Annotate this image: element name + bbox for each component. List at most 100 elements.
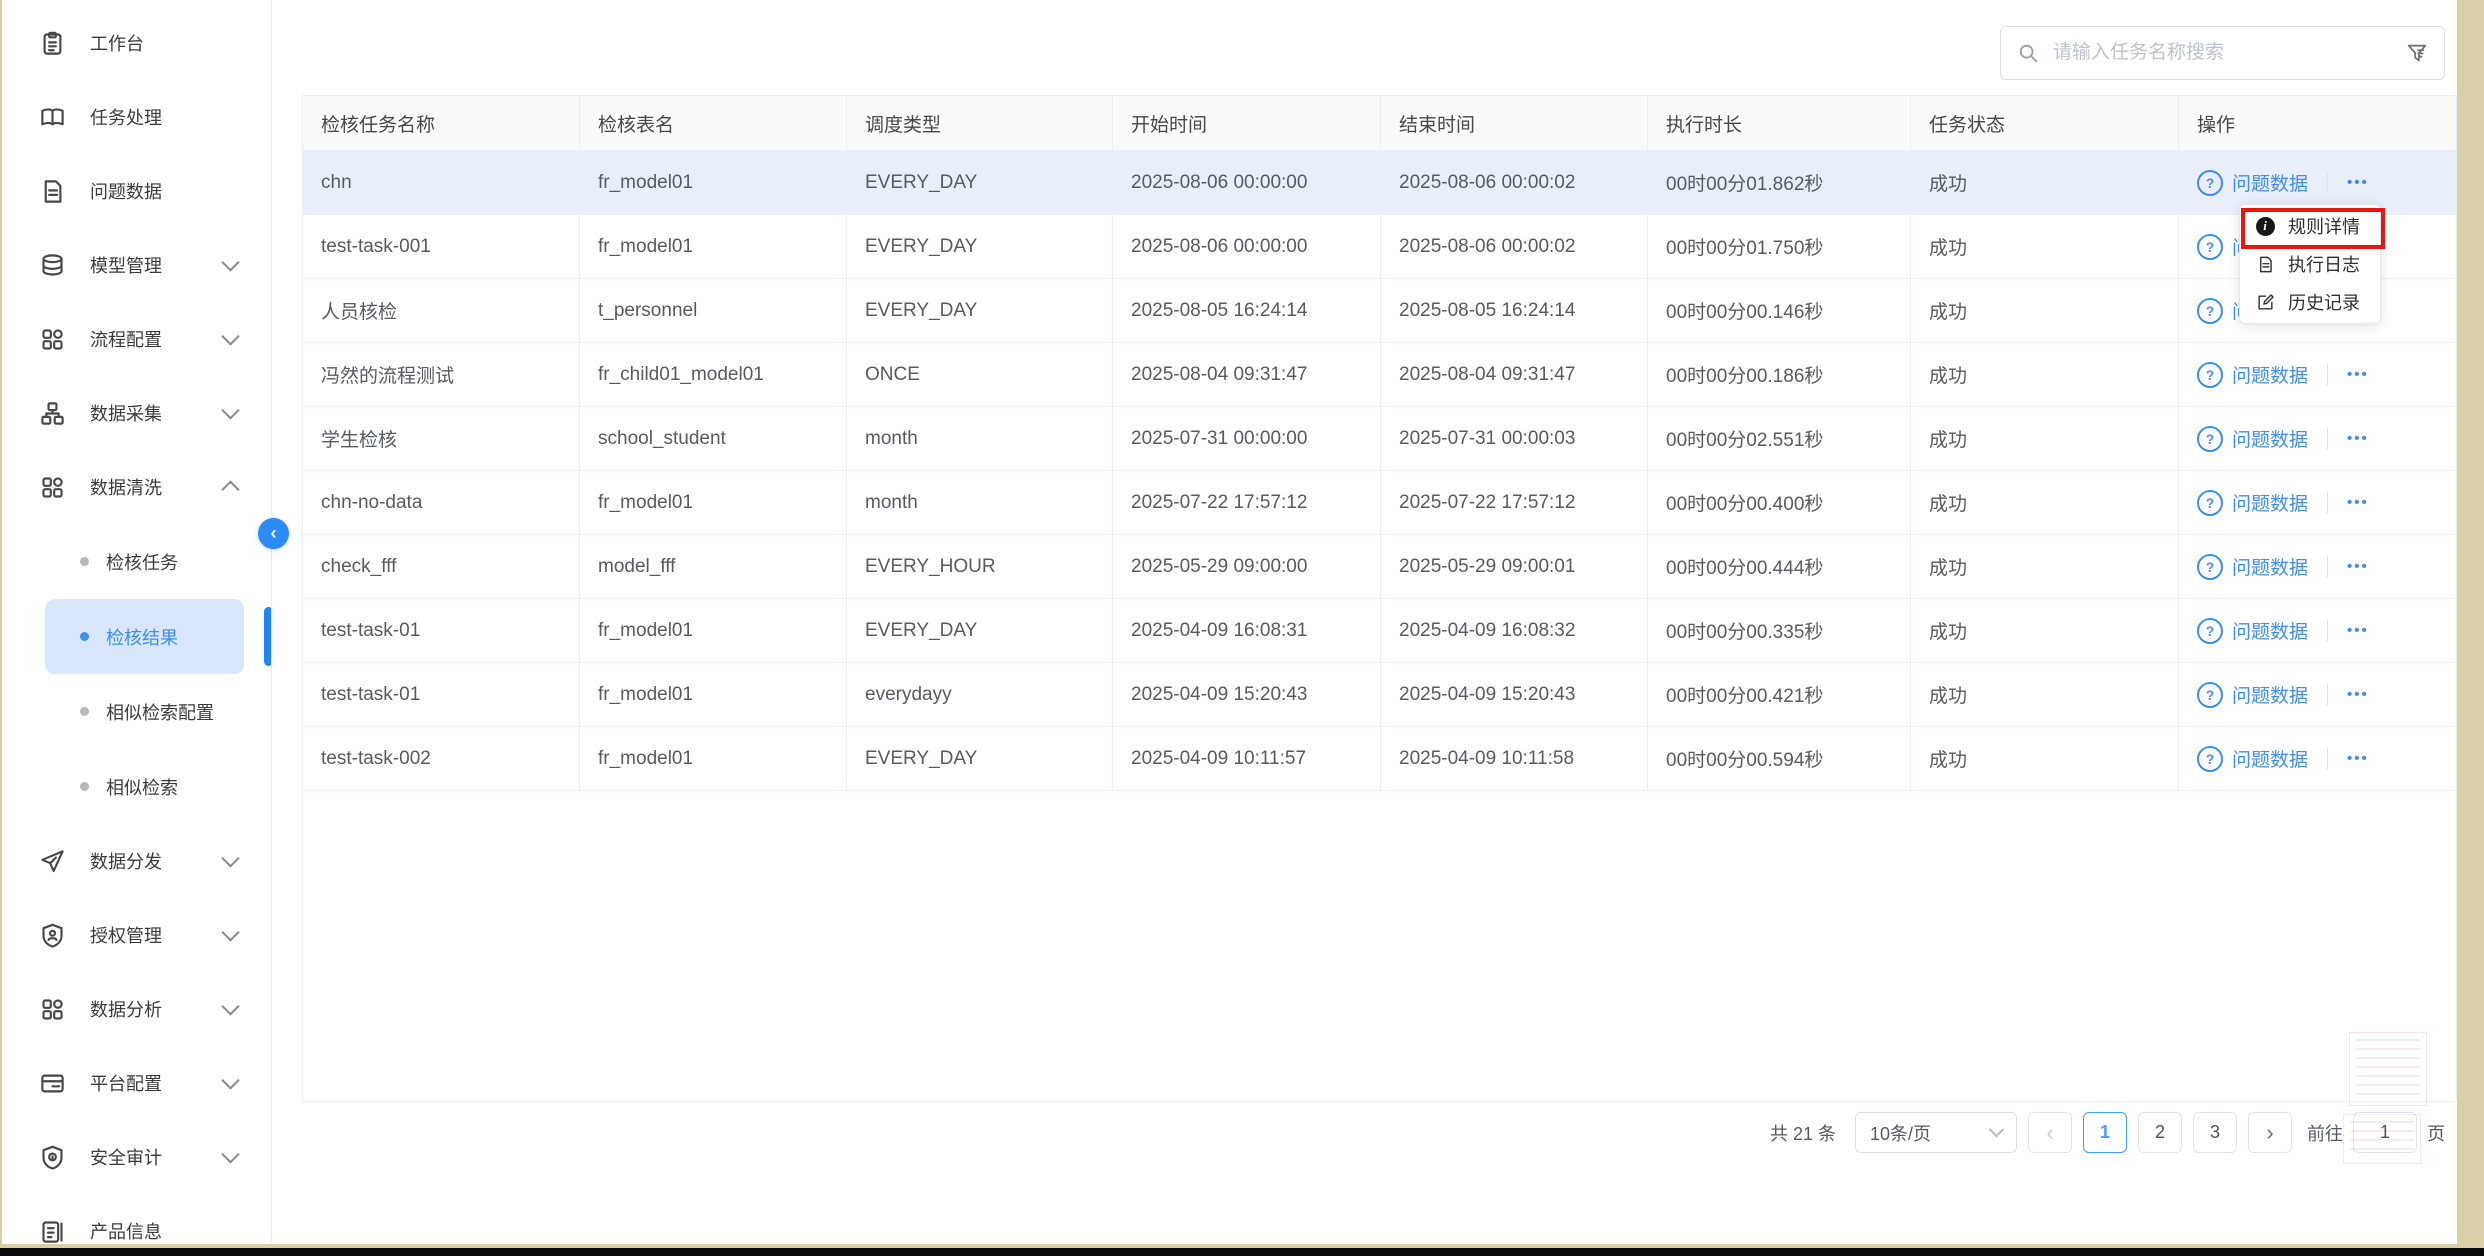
question-circle-icon: ? [2197,618,2223,644]
page-number-buttons: 123 [2083,1112,2237,1153]
chevron-down-icon [221,253,239,271]
cell-schedule: EVERY_HOUR [847,535,1113,598]
table-header: 检核任务名称检核表名调度类型开始时间结束时间执行时长任务状态操作 [303,96,2456,151]
sidebar-item-6[interactable]: 数据清洗 [2,450,271,524]
history-edit-icon [2255,292,2275,312]
cell-start: 2025-05-29 09:00:00 [1113,535,1381,598]
problem-data-link[interactable]: 问题数据 [2232,425,2308,452]
cell-schedule: EVERY_DAY [847,151,1113,214]
main-content: 检核任务名称检核表名调度类型开始时间结束时间执行时长任务状态操作 chnfr_m… [273,0,2457,1244]
info-card-icon [38,1217,66,1244]
problem-data-link[interactable]: 问题数据 [2232,745,2308,772]
sidebar-item-8[interactable]: 授权管理 [2,898,271,972]
cell-name: 学生检核 [303,407,580,470]
cell-name: test-task-001 [303,215,580,278]
cell-duration: 00时00分00.146秒 [1648,279,1911,342]
chevron-up-icon [221,480,239,498]
cell-duration: 00时00分00.186秒 [1648,343,1911,406]
sidebar-item-10[interactable]: 平台配置 [2,1046,271,1120]
more-actions-button[interactable]: ••• [2347,558,2369,575]
cell-actions: ?问题数据••• [2179,535,2457,598]
cell-end: 2025-07-31 00:00:03 [1381,407,1648,470]
more-actions-button[interactable]: ••• [2347,430,2369,447]
sidebar-item-2[interactable]: 问题数据 [2,154,271,228]
page-button-2[interactable]: 2 [2138,1112,2182,1153]
sidebar-collapse-button[interactable]: ‹ [258,518,289,549]
question-circle-icon: ? [2197,362,2223,388]
cell-table: model_fff [580,535,847,598]
cell-end: 2025-05-29 09:00:01 [1381,535,1648,598]
sidebar-subitem-6-1[interactable]: 检核结果 [45,599,244,674]
sidebar-item-7[interactable]: 数据分发 [2,824,271,898]
grid-icon [38,325,66,353]
sidebar-item-11[interactable]: 安全审计 [2,1120,271,1194]
more-actions-button[interactable]: ••• [2347,494,2369,511]
sidebar-item-0[interactable]: 工作台 [2,6,271,80]
problem-data-link[interactable]: 问题数据 [2232,681,2308,708]
question-circle-icon: ? [2197,170,2223,196]
menu-item-1[interactable]: 执行日志 [2240,245,2380,283]
sidebar-subitem-6-3[interactable]: 相似检索 [45,749,244,824]
page-button-3[interactable]: 3 [2193,1112,2237,1153]
cell-actions: ? 问题数据 ••• [2179,343,2457,406]
cell-status: 成功 [1911,279,2179,342]
sidebar-subitem-label: 检核任务 [106,549,178,575]
sidebar-item-label: 数据采集 [90,400,162,426]
sidebar-item-3[interactable]: 模型管理 [2,228,271,302]
submenu: 检核任务检核结果相似检索配置相似检索 [2,524,271,824]
more-actions-button[interactable]: ••• [2347,686,2369,703]
problem-data-link[interactable]: 问题数据 [2232,361,2308,388]
column-header-6: 任务状态 [1911,96,2179,150]
filter-icon[interactable] [2406,42,2428,64]
prev-page-button[interactable]: ‹ [2028,1112,2072,1153]
more-actions-button[interactable]: ••• [2347,622,2369,639]
menu-item-0[interactable]: i规则详情 [2240,207,2380,245]
sidebar-item-1[interactable]: 任务处理 [2,80,271,154]
table-row: test-task-01fr_model01EVERY_DAY2025-04-0… [303,599,2456,663]
divider [2327,748,2328,770]
sidebar: 工作台任务处理问题数据模型管理流程配置数据采集数据清洗检核任务检核结果相似检索配… [2,0,272,1244]
results-table: 检核任务名称检核表名调度类型开始时间结束时间执行时长任务状态操作 chnfr_m… [302,95,2457,1102]
cell-start: 2025-07-31 00:00:00 [1113,407,1381,470]
bullet-dot-icon [80,707,89,716]
menu-item-2[interactable]: 历史记录 [2240,283,2380,321]
search-input[interactable] [2051,41,2396,65]
question-circle-icon: ? [2197,490,2223,516]
cell-table: fr_model01 [580,471,847,534]
search-box [2000,26,2445,80]
clipboard-icon [38,29,66,57]
more-actions-button[interactable]: ••• [2347,174,2369,191]
sidebar-item-label: 产品信息 [90,1218,162,1244]
table-row: check_fffmodel_fffEVERY_HOUR2025-05-29 0… [303,535,2456,599]
page-size-select[interactable]: 10条/页 [1855,1112,2017,1153]
cell-end: 2025-08-06 00:00:02 [1381,151,1648,214]
sidebar-item-4[interactable]: 流程配置 [2,302,271,376]
divider [2327,428,2328,450]
sidebar-subitem-6-0[interactable]: 检核任务 [45,524,244,599]
problem-data-link[interactable]: 问题数据 [2232,169,2308,196]
sidebar-item-label: 问题数据 [90,178,162,204]
bullet-dot-icon [80,557,89,566]
cell-actions: ? 问题数据 ••• [2179,471,2457,534]
problem-data-link[interactable]: 问题数据 [2232,617,2308,644]
bullet-dot-icon [80,632,89,641]
cell-name: check_fff [303,535,580,598]
cell-end: 2025-04-09 15:20:43 [1381,663,1648,726]
more-actions-button[interactable]: ••• [2347,750,2369,767]
goto-page-input[interactable] [2353,1112,2417,1153]
sidebar-subitem-6-2[interactable]: 相似检索配置 [45,674,244,749]
problem-data-link[interactable]: 问题数据 [2232,489,2308,516]
divider [2327,684,2328,706]
sidebar-item-5[interactable]: 数据采集 [2,376,271,450]
cell-name: test-task-002 [303,727,580,790]
pagination: 共 21 条 10条/页 ‹ 123 › 前往 页 [1770,1112,2445,1153]
page-button-1[interactable]: 1 [2083,1112,2127,1153]
sidebar-item-9[interactable]: 数据分析 [2,972,271,1046]
next-page-button[interactable]: › [2248,1112,2292,1153]
cell-start: 2025-04-09 15:20:43 [1113,663,1381,726]
send-icon [38,847,66,875]
problem-data-link[interactable]: 问题数据 [2232,553,2308,580]
sidebar-item-12[interactable]: 产品信息 [2,1194,271,1244]
table-body: chnfr_model01EVERY_DAY2025-08-06 00:00:0… [303,151,2456,791]
more-actions-button[interactable]: ••• [2347,366,2369,383]
